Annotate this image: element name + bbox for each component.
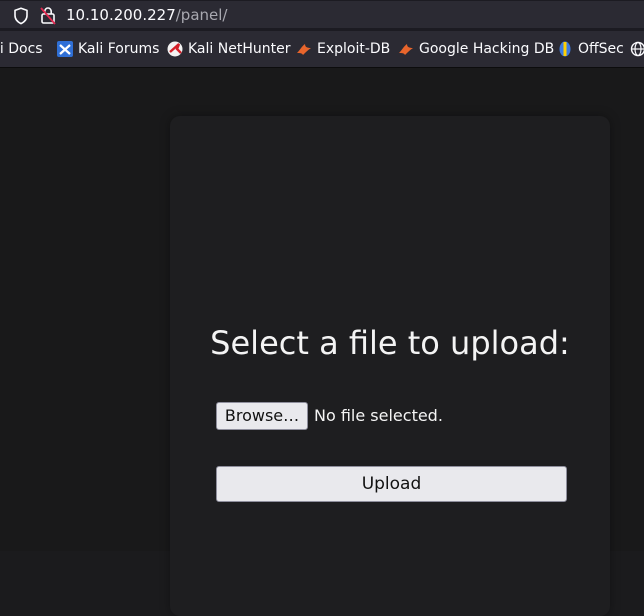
bookmark-kali-docs[interactable]: li Docs: [0, 39, 43, 59]
url-text[interactable]: 10.10.200.227/panel/: [66, 5, 227, 25]
shield-icon[interactable]: [13, 7, 29, 25]
bookmark-google-hacking-db[interactable]: Google Hacking DB: [398, 39, 554, 59]
google-hacking-db-icon: [398, 41, 414, 57]
url-field[interactable]: 10.10.200.227/panel/: [0, 1, 644, 28]
bookmark-label: OffSec: [578, 41, 624, 57]
url-bar-container: 10.10.200.227/panel/: [0, 0, 644, 31]
page-title: Select a file to upload:: [170, 324, 610, 362]
page-content: Select a file to upload: Browse… No file…: [0, 68, 644, 551]
globe-icon: [630, 41, 644, 57]
bookmark-label: Kali NetHunter: [188, 41, 290, 57]
offsec-icon: [557, 41, 573, 57]
url-host: 10.10.200.227: [66, 6, 176, 24]
bookmark-exploit-db[interactable]: Exploit-DB: [296, 39, 390, 59]
kali-forums-icon: [57, 41, 73, 57]
bookmark-label: li Docs: [0, 41, 43, 57]
url-path: /panel/: [176, 6, 228, 24]
bookmark-kali-nethunter[interactable]: Kali NetHunter: [167, 39, 290, 59]
upload-button[interactable]: Upload: [216, 466, 567, 502]
bookmark-label: Google Hacking DB: [419, 41, 554, 57]
upload-panel: [170, 116, 610, 616]
kali-nethunter-icon: [167, 41, 183, 57]
bookmark-offsec[interactable]: OffSec: [557, 39, 624, 59]
exploit-db-icon: [296, 41, 312, 57]
insecure-lock-icon[interactable]: [40, 6, 56, 25]
bookmarks-toolbar: li Docs Kali Forums Kali NetHunter Explo…: [0, 31, 644, 68]
bookmark-kali-forums[interactable]: Kali Forums: [57, 39, 159, 59]
file-status-text: No file selected.: [314, 406, 443, 425]
bookmark-overflow[interactable]: [630, 39, 644, 59]
browse-button[interactable]: Browse…: [216, 402, 308, 430]
bookmark-label: Kali Forums: [78, 41, 159, 57]
bookmark-label: Exploit-DB: [317, 41, 390, 57]
